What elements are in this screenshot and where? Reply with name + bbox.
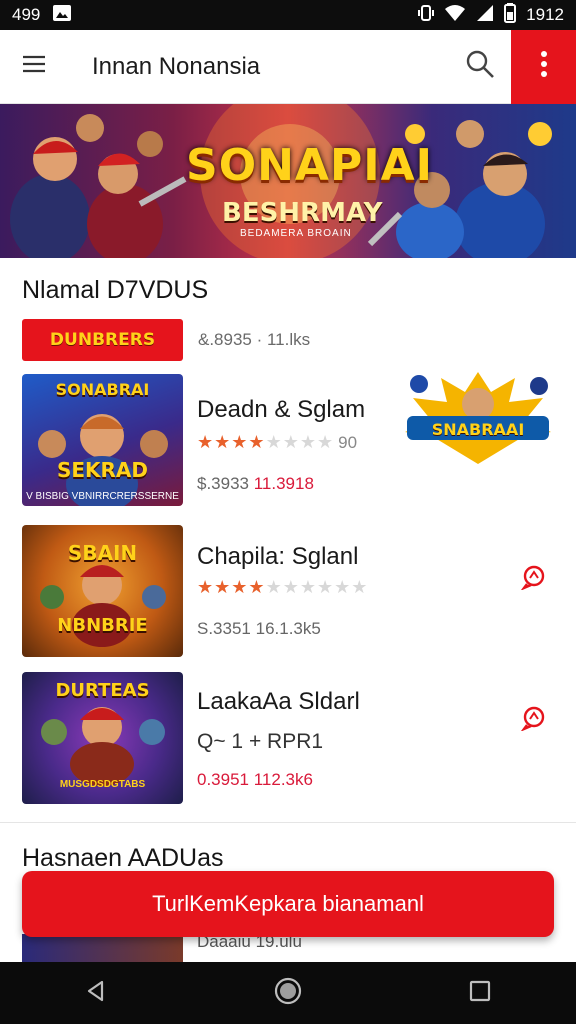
thumbnail-caption: V BISBIG VBNIRRCRERSSERNE <box>26 491 179 502</box>
badge-label: DUNBRERS <box>49 330 156 350</box>
thumbnail-caption: MUSGDSDGTABS <box>59 779 146 790</box>
status-time: 499 <box>12 5 41 24</box>
game-price: S.3351 <box>197 619 251 638</box>
list-item[interactable]: SBAIN NBNBRIE Chapila: Sglanl ★ ★ ★ ★ ★ … <box>0 525 576 657</box>
screen: 499 1912 Innan Nonansia SONAPIAI BESHRMA… <box>0 0 576 1024</box>
game-meta: $.3933 11.3918 <box>197 474 314 494</box>
more-vert-icon <box>540 51 548 82</box>
recents-icon <box>469 980 491 1007</box>
star-icon: ★ <box>197 432 214 452</box>
game-thumbnail[interactable]: SBAIN NBNBRIE <box>22 525 183 657</box>
star-empty-icon: ★ <box>265 577 282 597</box>
promo-banner[interactable]: SONAPIAI BESHRMAY BEDAMERA BROAIN <box>0 104 576 258</box>
thumbnail-title: SBAIN <box>67 541 138 565</box>
star-icon: ★ <box>214 432 231 452</box>
app-bar: Innan Nonansia <box>0 29 576 104</box>
thumbnail-subtitle: NBNBRIE <box>57 615 148 636</box>
recents-button[interactable] <box>450 963 510 1023</box>
game-thumbnail[interactable]: DURTEAS MUSGDSDGTABS <box>22 672 183 804</box>
status-time-right: 1912 <box>526 5 564 24</box>
image-icon <box>52 4 72 27</box>
search-icon <box>465 49 495 84</box>
game-thumbnail[interactable]: SONABRAI SEKRAD V BISBIG VBNIRRCRERSSERN… <box>22 374 183 506</box>
section-title-2: Hasnaen AADUas <box>22 844 224 872</box>
star-rating: ★ ★ ★ ★ ★ ★ ★ ★ ★ ★ <box>197 577 367 598</box>
chat-alert-button[interactable] <box>516 561 552 597</box>
vibrate-icon <box>418 4 435 27</box>
cta-label: TurlKemKepkara bianamanl <box>152 891 424 916</box>
game-size: 112.3k6 <box>253 770 313 789</box>
game-size: 11.3918 <box>253 474 314 493</box>
game-price: $.3933 <box>197 474 249 493</box>
star-empty-icon: ★ <box>334 577 351 597</box>
game-name: LaakaAa Sldarl <box>197 688 360 715</box>
primary-action-button[interactable]: TurlKemKepkara bianamanl <box>22 871 554 937</box>
status-left: 499 <box>12 4 72 27</box>
game-size: 16.1.3k5 <box>255 619 321 638</box>
star-empty-icon: ★ <box>351 577 368 597</box>
app-title: Innan Nonansia <box>92 52 261 80</box>
badge-meta: &.8935 · 11.lks <box>198 330 311 349</box>
game-thumbnail-peek[interactable] <box>22 934 183 964</box>
signal-icon <box>476 4 494 27</box>
chat-alert-icon <box>520 564 547 595</box>
star-empty-icon: ★ <box>316 577 334 597</box>
status-bar: 499 1912 <box>0 0 576 30</box>
promo-logo-art <box>405 372 551 464</box>
search-button[interactable] <box>449 30 511 104</box>
back-button[interactable] <box>66 963 126 1023</box>
game-meta: 0.3951 112.3k6 <box>197 770 313 790</box>
star-rating: ★ ★ ★ ★ ★ ★ ★ ★ 90 <box>197 432 357 453</box>
wifi-icon <box>444 4 466 27</box>
thumbnail-title: SONABRAI <box>55 380 150 399</box>
promo-logo-label: SNABRAAI <box>431 420 525 439</box>
game-subtitle: Q~ 1 + RPR1 <box>197 730 324 753</box>
battery-icon <box>504 2 517 28</box>
star-empty-icon: ★ <box>282 432 299 452</box>
back-icon <box>84 979 108 1008</box>
star-icon: ★ <box>231 432 248 452</box>
home-icon <box>274 977 302 1010</box>
star-empty-icon: ★ <box>265 432 282 452</box>
star-empty-icon: ★ <box>299 432 316 452</box>
star-empty-icon: ★ <box>316 432 334 452</box>
menu-icon <box>22 54 46 79</box>
category-badge[interactable]: DUNBRERS <box>22 319 183 361</box>
star-empty-icon: ★ <box>282 577 299 597</box>
home-button[interactable] <box>258 963 318 1023</box>
star-icon: ★ <box>248 577 265 597</box>
star-icon: ★ <box>231 577 248 597</box>
thumbnail-subtitle: SEKRAD <box>56 458 149 482</box>
star-empty-icon: ★ <box>299 577 316 597</box>
list-item[interactable]: DURTEAS MUSGDSDGTABS LaakaAa Sldarl Q~ 1… <box>0 672 576 804</box>
system-nav-bar <box>0 962 576 1024</box>
menu-button[interactable] <box>0 30 68 104</box>
promo-logo[interactable]: SNABRAAI <box>403 370 553 466</box>
section-title: Nlamal D7VDUS <box>22 276 209 304</box>
banner-subline: BESHRMAY <box>222 198 383 228</box>
game-meta: S.3351 16.1.3k5 <box>197 619 321 639</box>
star-icon: ★ <box>197 577 214 597</box>
section-divider <box>0 822 576 823</box>
status-right: 1912 <box>418 2 564 28</box>
star-icon: ★ <box>248 432 265 452</box>
rating-value: 90 <box>338 432 358 452</box>
star-icon: ★ <box>214 577 231 597</box>
more-options-button[interactable] <box>511 29 576 104</box>
game-name: Chapila: Sglanl <box>197 543 359 570</box>
chat-alert-icon <box>520 705 547 736</box>
game-price: 0.3951 <box>197 770 249 789</box>
banner-fine-print: BEDAMERA BROAIN <box>240 228 352 239</box>
chat-alert-button[interactable] <box>516 702 552 738</box>
thumbnail-title: DURTEAS <box>55 680 150 701</box>
banner-headline: SONAPIAI <box>186 140 434 191</box>
game-name: Deadn & Sglam <box>197 396 366 423</box>
